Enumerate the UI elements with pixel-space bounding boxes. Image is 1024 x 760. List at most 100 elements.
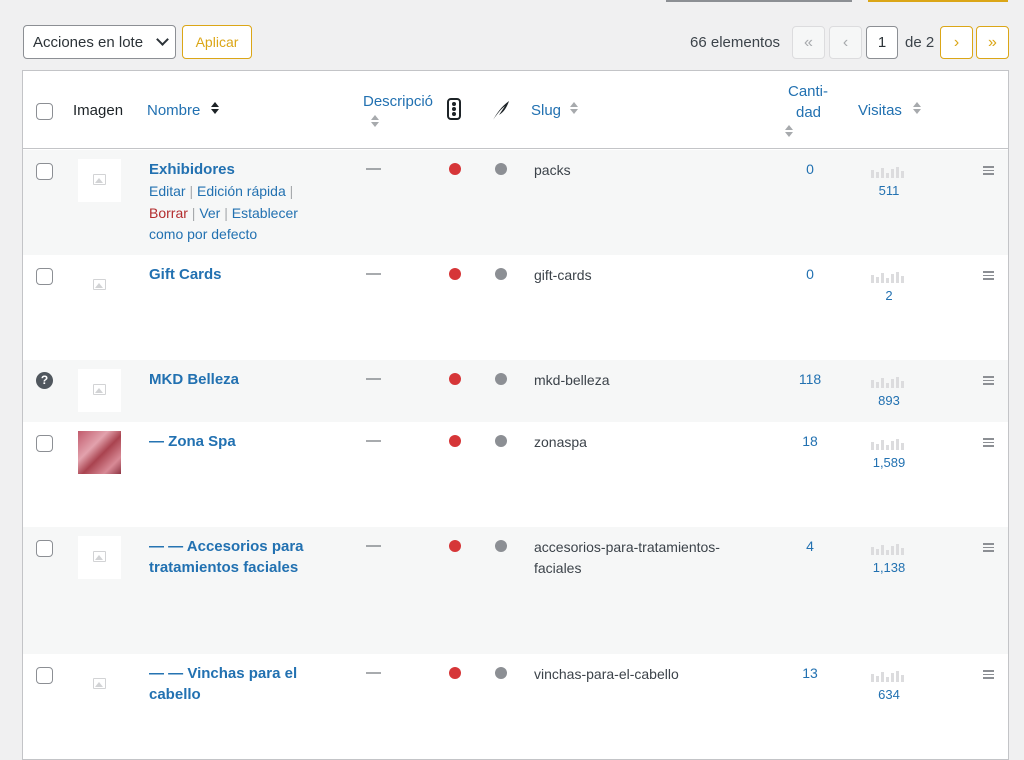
category-quantity[interactable]: 0 bbox=[790, 266, 830, 282]
category-quantity[interactable]: 13 bbox=[790, 665, 830, 681]
category-description: — bbox=[366, 265, 381, 282]
row-checkbox[interactable] bbox=[36, 163, 53, 180]
category-name[interactable]: — — Vinchas para el cabello bbox=[149, 663, 319, 705]
category-slug: vinchas-para-el-cabello bbox=[534, 666, 679, 682]
delete-link[interactable]: Borrar bbox=[149, 205, 188, 221]
prev-page-button[interactable]: ‹ bbox=[829, 26, 862, 59]
total-pages: de 2 bbox=[905, 34, 935, 51]
status-gray-dot bbox=[495, 667, 507, 679]
image-placeholder-icon bbox=[93, 174, 106, 185]
drag-handle-icon[interactable] bbox=[983, 438, 994, 449]
status-red-dot bbox=[449, 268, 461, 280]
category-visits[interactable]: 1,138 bbox=[866, 560, 912, 575]
edit-link[interactable]: Editar bbox=[149, 183, 186, 199]
first-page-button[interactable]: « bbox=[792, 26, 825, 59]
category-name[interactable]: — Zona Spa bbox=[149, 431, 349, 452]
bulk-actions-label: Acciones en lote bbox=[33, 34, 144, 51]
name-sort-icon[interactable] bbox=[211, 102, 219, 114]
category-visits[interactable]: 893 bbox=[866, 393, 912, 408]
row-checkbox[interactable] bbox=[36, 268, 53, 285]
category-thumbnail bbox=[78, 369, 121, 412]
category-slug: zonaspa bbox=[534, 434, 587, 450]
visits-sort-icon[interactable] bbox=[913, 102, 921, 114]
table-row: — Zona Spa — zonaspa 18 1,589 bbox=[23, 422, 1008, 527]
image-placeholder-icon bbox=[93, 678, 106, 689]
apply-button[interactable]: Aplicar bbox=[182, 25, 252, 59]
category-slug: mkd-belleza bbox=[534, 372, 610, 388]
category-description: — bbox=[366, 537, 381, 554]
quantity-sort-icon[interactable] bbox=[785, 125, 793, 137]
category-quantity[interactable]: 4 bbox=[790, 538, 830, 554]
category-name[interactable]: Gift Cards bbox=[149, 264, 349, 285]
top-strip bbox=[0, 0, 1024, 4]
column-visits[interactable]: Visitas bbox=[858, 102, 902, 119]
category-quantity[interactable]: 0 bbox=[790, 161, 830, 177]
category-description: — bbox=[366, 664, 381, 681]
help-icon[interactable]: ? bbox=[36, 372, 53, 389]
status-gray-dot bbox=[495, 373, 507, 385]
table-row: Exhibidores Editar | Edición rápida | Bo… bbox=[23, 150, 1008, 255]
table-row: — — Vinchas para el cabello — vinchas-pa… bbox=[23, 654, 1008, 759]
drag-handle-icon[interactable] bbox=[983, 376, 994, 387]
column-quantity-line1[interactable]: Canti- bbox=[788, 83, 828, 100]
category-slug: accesorios-para-tratamientos-faciales bbox=[534, 539, 720, 576]
category-description: — bbox=[366, 432, 381, 449]
row-checkbox[interactable] bbox=[36, 540, 53, 557]
column-slug[interactable]: Slug bbox=[531, 102, 561, 119]
row-actions: Editar | Edición rápida | Borrar | Ver |… bbox=[149, 183, 298, 242]
category-visits[interactable]: 2 bbox=[866, 288, 912, 303]
category-name[interactable]: Exhibidores bbox=[149, 159, 349, 180]
column-quantity-line2[interactable]: dad bbox=[796, 104, 821, 121]
column-image: Imagen bbox=[73, 102, 124, 119]
select-all-checkbox[interactable] bbox=[36, 103, 53, 120]
status-gray-dot bbox=[495, 435, 507, 447]
drag-handle-icon[interactable] bbox=[983, 543, 994, 554]
visits-sparkline bbox=[871, 439, 907, 450]
category-slug: packs bbox=[534, 162, 571, 178]
visits-sparkline bbox=[871, 272, 907, 283]
visits-sparkline bbox=[871, 671, 907, 682]
image-placeholder-icon bbox=[93, 279, 106, 290]
table-row: — — Accesorios para tratamientos faciale… bbox=[23, 527, 1008, 654]
category-thumbnail bbox=[78, 663, 121, 706]
items-count: 66 elementos bbox=[690, 34, 781, 51]
drag-handle-icon[interactable] bbox=[983, 271, 994, 282]
visits-sparkline bbox=[871, 377, 907, 388]
table-row: ? MKD Belleza — mkd-belleza 118 893 bbox=[23, 360, 1008, 422]
category-thumbnail bbox=[78, 159, 121, 202]
category-visits[interactable]: 511 bbox=[866, 183, 912, 198]
visits-sparkline bbox=[871, 544, 907, 555]
description-sort-icon[interactable] bbox=[371, 115, 379, 127]
status-red-dot bbox=[449, 667, 461, 679]
last-page-button[interactable]: » bbox=[976, 26, 1009, 59]
table-row: Gift Cards — gift-cards 0 2 bbox=[23, 255, 1008, 360]
status-red-dot bbox=[449, 540, 461, 552]
quick-edit-link[interactable]: Edición rápida bbox=[197, 183, 286, 199]
category-thumbnail bbox=[78, 431, 121, 474]
visits-sparkline bbox=[871, 167, 907, 178]
status-gray-dot bbox=[495, 268, 507, 280]
column-name[interactable]: Nombre bbox=[147, 102, 200, 119]
category-name[interactable]: MKD Belleza bbox=[149, 369, 349, 390]
status-red-dot bbox=[449, 373, 461, 385]
image-placeholder-icon bbox=[93, 551, 106, 562]
slug-sort-icon[interactable] bbox=[570, 102, 578, 114]
view-link[interactable]: Ver bbox=[199, 205, 220, 221]
category-quantity[interactable]: 118 bbox=[790, 371, 830, 387]
column-description[interactable]: Descripción bbox=[363, 93, 433, 110]
category-description: — bbox=[366, 160, 381, 177]
category-visits[interactable]: 1,589 bbox=[866, 455, 912, 470]
image-placeholder-icon bbox=[93, 384, 106, 395]
category-visits[interactable]: 634 bbox=[866, 687, 912, 702]
row-checkbox[interactable] bbox=[36, 435, 53, 452]
table-header: Imagen Nombre Descripción Slug Canti- da… bbox=[23, 71, 1008, 149]
next-page-button[interactable]: › bbox=[940, 26, 973, 59]
row-checkbox[interactable] bbox=[36, 667, 53, 684]
current-page-input[interactable]: 1 bbox=[866, 26, 898, 59]
category-quantity[interactable]: 18 bbox=[790, 433, 830, 449]
status-red-dot bbox=[449, 163, 461, 175]
bulk-actions-select[interactable]: Acciones en lote bbox=[23, 25, 176, 59]
drag-handle-icon[interactable] bbox=[983, 670, 994, 681]
drag-handle-icon[interactable] bbox=[983, 166, 994, 177]
category-name[interactable]: — — Accesorios para tratamientos faciale… bbox=[149, 536, 324, 578]
